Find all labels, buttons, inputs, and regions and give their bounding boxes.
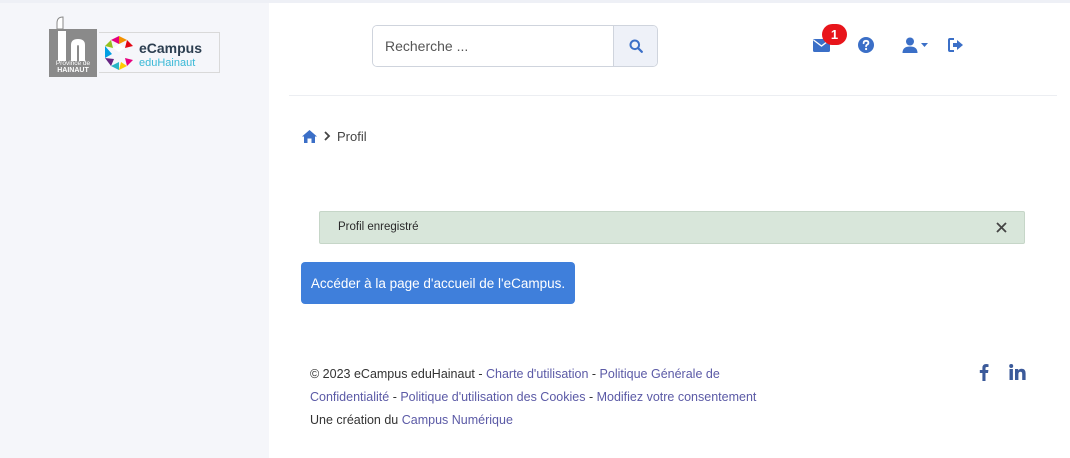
- search-bar: [372, 25, 658, 67]
- logo[interactable]: Province de HAINAUT eCampus eduHainaut: [49, 15, 221, 77]
- sign-out-icon: [948, 38, 963, 52]
- home-icon[interactable]: [302, 129, 317, 143]
- logout-button[interactable]: [946, 35, 966, 55]
- close-icon: [995, 221, 1007, 233]
- user-menu-button[interactable]: [900, 35, 930, 55]
- facebook-icon: [979, 364, 989, 381]
- question-circle-icon: [858, 37, 874, 53]
- brand-subtitle: eduHainaut: [139, 57, 196, 69]
- go-to-homepage-button[interactable]: Accéder à la page d'accueil de l'eCampus…: [301, 262, 575, 304]
- header-divider: [289, 95, 1057, 96]
- linkedin-icon: [1008, 364, 1026, 380]
- footer-separator: -: [585, 390, 597, 404]
- chevron-right-icon: [324, 131, 331, 141]
- caret-down-icon: [921, 42, 928, 47]
- alert-close-button[interactable]: [992, 218, 1010, 236]
- linkedin-link[interactable]: [1007, 362, 1027, 382]
- success-alert: Profil enregistré: [319, 211, 1025, 244]
- ecampus-hexagon-icon: [105, 36, 133, 70]
- search-input[interactable]: [373, 26, 614, 66]
- user-icon: [902, 37, 918, 53]
- province-line1: Province de: [55, 60, 91, 67]
- search-icon: [629, 39, 643, 53]
- alert-message: Profil enregistré: [338, 221, 419, 233]
- footer-separator: -: [389, 390, 401, 404]
- facebook-link[interactable]: [974, 362, 994, 382]
- footer-separator: -: [588, 367, 600, 381]
- copyright-text: © 2023 eCampus eduHainaut -: [310, 367, 486, 381]
- breadcrumb-current: Profil: [337, 128, 367, 144]
- province-text: Province de HAINAUT: [49, 60, 97, 74]
- footer: © 2023 eCampus eduHainaut - Charte d'uti…: [310, 363, 780, 432]
- province-line2: HAINAUT: [57, 67, 89, 74]
- consent-link[interactable]: Modifiez votre consentement: [597, 390, 757, 404]
- help-button[interactable]: [856, 35, 876, 55]
- brand-name: eCampus: [139, 40, 203, 56]
- province-hainaut-logo: Province de HAINAUT: [49, 15, 97, 77]
- campus-numerique-link[interactable]: Campus Numérique: [402, 413, 513, 427]
- charter-link[interactable]: Charte d'utilisation: [486, 367, 588, 381]
- breadcrumb: Profil: [302, 127, 367, 145]
- search-button[interactable]: [613, 26, 657, 66]
- creation-prefix: Une création du: [310, 413, 402, 427]
- notification-badge[interactable]: 1: [822, 24, 847, 45]
- cookie-policy-link[interactable]: Politique d'utilisation des Cookies: [400, 390, 585, 404]
- ecampus-logo: eCampus eduHainaut: [99, 32, 220, 73]
